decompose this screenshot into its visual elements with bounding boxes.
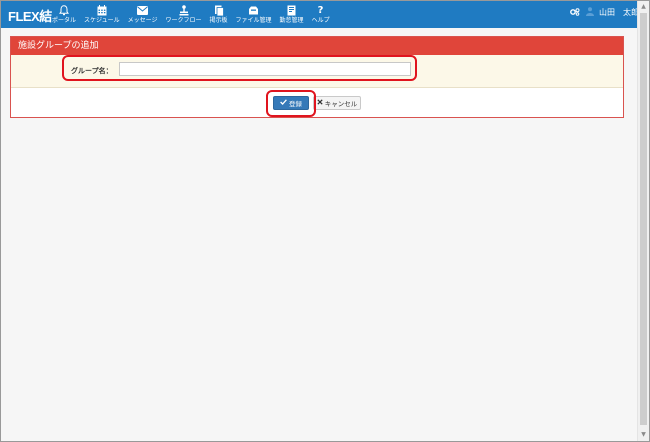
scroll-up-arrow-icon[interactable]: ▲	[639, 2, 648, 12]
group-name-row: グループ名：	[11, 55, 623, 88]
register-label: 登録	[289, 100, 302, 108]
scroll-thumb[interactable]	[640, 13, 647, 425]
nav-item-workflow[interactable]: ワークフロー	[163, 1, 205, 28]
check-icon	[280, 99, 287, 107]
cancel-label: キャンセル	[324, 100, 358, 108]
main-nav: ポータル スケジュール メッセージ ワークフロー 掲示板 ファイル管理 勤怠管理…	[49, 1, 335, 28]
vertical-scrollbar[interactable]: ▲ ▼	[637, 1, 649, 441]
panel-title: 施設グループの追加	[11, 37, 623, 55]
calendar-icon	[95, 4, 109, 16]
help-icon: ?	[317, 4, 324, 16]
user-menu[interactable]: 山田 太郎	[586, 7, 639, 18]
user-name: 山田 太郎	[599, 8, 639, 17]
scroll-down-arrow-icon[interactable]: ▼	[639, 430, 648, 440]
workflow-icon	[177, 4, 191, 16]
nav-item-file[interactable]: ファイル管理	[233, 1, 275, 28]
bell-icon	[57, 4, 71, 16]
group-name-input[interactable]	[119, 62, 411, 76]
app-logo[interactable]: FLEX結	[8, 6, 52, 25]
envelope-icon	[136, 4, 150, 16]
attendance-icon	[285, 4, 299, 16]
nav-item-portal[interactable]: ポータル	[49, 1, 79, 28]
nav-item-attendance[interactable]: 勤怠管理	[277, 1, 307, 28]
bulletin-icon	[212, 4, 226, 16]
gears-icon[interactable]	[570, 7, 580, 18]
cancel-button[interactable]: キャンセル	[313, 96, 361, 110]
folder-icon	[247, 4, 261, 16]
nav-item-schedule[interactable]: スケジュール	[81, 1, 123, 28]
nav-item-help[interactable]: ? ヘルプ	[309, 1, 333, 28]
add-facility-group-panel: 施設グループの追加 グループ名： 登録 キャンセル	[10, 36, 624, 118]
nav-item-message[interactable]: メッセージ	[125, 1, 161, 28]
close-icon	[317, 99, 323, 107]
button-row: 登録 キャンセル	[11, 88, 623, 117]
register-button[interactable]: 登録	[273, 96, 309, 110]
top-nav-bar: FLEX結 ポータル スケジュール メッセージ ワークフロー 掲示板 ファイル管…	[1, 1, 649, 28]
user-icon	[586, 7, 594, 18]
nav-item-bulletin[interactable]: 掲示板	[207, 1, 231, 28]
nav-right: 山田 太郎	[570, 7, 639, 18]
group-name-label: グループ名：	[71, 67, 113, 75]
